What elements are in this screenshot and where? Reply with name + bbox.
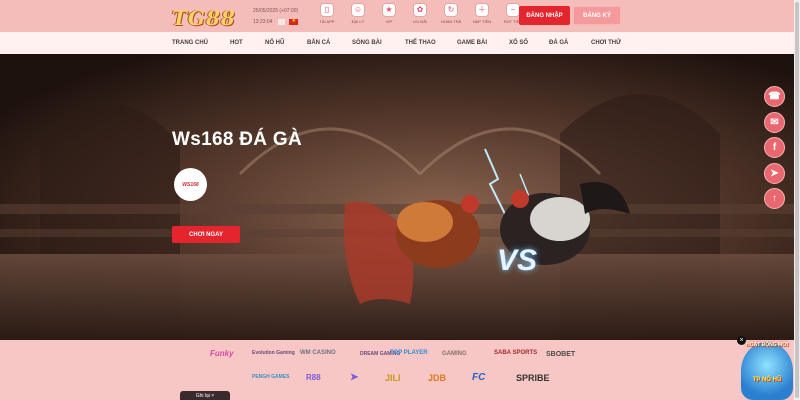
- gift-box-icon[interactable]: ✉: [764, 111, 785, 133]
- nav-item-demo[interactable]: CHƠI THỬ: [591, 40, 621, 46]
- language-flag-en-icon[interactable]: [278, 18, 286, 25]
- hero-banner: Ws168 ĐÁ GÀ WS168 CHƠI NGAY VS: [0, 54, 800, 340]
- main-nav: TRANG CHỦ HOT NỔ HŨ BẮN CÁ SÒNG BÀI THỂ …: [0, 32, 800, 54]
- top-header: TG88 25/05/2025 (+07:00) 13:23:04 ▯ TẢI A…: [0, 0, 800, 32]
- nav-item-cockfight[interactable]: ĐÁ GÀ: [549, 40, 568, 46]
- promo-mascot: [741, 342, 793, 400]
- partner-logo[interactable]: SPRIBE: [516, 373, 550, 383]
- play-now-button[interactable]: CHƠI NGAY: [172, 226, 240, 243]
- quick-nav-label: TẢI APP: [319, 19, 335, 24]
- nav-item-hot[interactable]: HOT: [230, 40, 243, 46]
- quick-nav-item-deposit[interactable]: ＋ NẠP TIỀN: [469, 3, 495, 24]
- side-float-bar: ☎ ✉ f ➤ ↑: [764, 86, 785, 214]
- partner-logo[interactable]: SBOBET: [546, 351, 575, 358]
- quick-nav-label: ƯU ĐÃI: [412, 19, 428, 24]
- agent-icon: ☺: [351, 3, 365, 17]
- ws168-logo-text: WS168: [182, 181, 199, 188]
- login-button[interactable]: ĐĂNG NHẬP: [519, 6, 570, 25]
- withdraw-icon: −: [506, 3, 520, 17]
- facebook-icon[interactable]: f: [764, 137, 785, 158]
- time-text: 13:23:04: [253, 19, 273, 25]
- datetime: 25/05/2025 (+07:00) 13:23:04: [253, 6, 299, 28]
- nav-item-casino[interactable]: SÒNG BÀI: [352, 40, 382, 46]
- quick-nav-label: NẠP TIỀN: [472, 19, 492, 24]
- partner-logo[interactable]: JILI: [385, 373, 401, 383]
- nav-item-sports[interactable]: THỂ THAO: [405, 40, 436, 46]
- partner-logos: Funky Evolution Gaming WM CASINO DREAM G…: [0, 340, 800, 400]
- record-tab[interactable]: Ghi lại ×: [180, 391, 230, 400]
- nav-item-home[interactable]: TRANG CHỦ: [172, 40, 208, 46]
- partner-logo-arrow[interactable]: ➤: [350, 372, 358, 383]
- quick-nav-item-app[interactable]: ▯ TẢI APP: [314, 3, 340, 24]
- phone-download-icon: ▯: [320, 3, 334, 17]
- nav-item-fishing[interactable]: BẮN CÁ: [307, 40, 330, 46]
- refund-icon: ↻: [444, 3, 458, 17]
- nav-item-card-games[interactable]: GAME BÀI: [457, 40, 487, 46]
- nav-item-slots[interactable]: NỔ HŨ: [265, 40, 284, 46]
- nav-item-lottery[interactable]: XỔ SỐ: [509, 40, 528, 46]
- scrollbar-thumb[interactable]: [795, 2, 799, 398]
- partner-logo[interactable]: WM CASINO: [300, 350, 336, 356]
- partner-logo[interactable]: PENGH GAMES: [252, 374, 290, 380]
- partner-logo[interactable]: SABA SPORTS: [494, 350, 537, 356]
- scroll-top-icon[interactable]: ↑: [764, 188, 785, 209]
- partner-logo[interactable]: FC: [472, 372, 485, 383]
- quick-nav-label: HOÀN TRẢ: [440, 19, 462, 24]
- hero-title: Ws168 ĐÁ GÀ: [172, 129, 303, 150]
- quick-nav: ▯ TẢI APP ☺ ĐẠI LÝ ★ VIP ✿ ƯU ĐÃI ↻ HOÀN TRẢ …: [314, 3, 531, 24]
- page-scrollbar[interactable]: [794, 0, 800, 400]
- language-flag-vn-icon[interactable]: [289, 16, 299, 27]
- register-button[interactable]: ĐĂNG KÝ: [573, 6, 621, 25]
- support-chat-icon[interactable]: ☎: [764, 86, 785, 107]
- vs-text: VS: [497, 244, 538, 277]
- vip-star-icon: ★: [382, 3, 396, 17]
- arena-background: [0, 54, 800, 340]
- telegram-icon[interactable]: ➤: [764, 162, 785, 184]
- site-logo[interactable]: TG88: [172, 6, 236, 30]
- ws168-logo: WS168: [174, 168, 207, 201]
- partner-logo[interactable]: TOP PLAYER: [390, 350, 428, 356]
- deposit-icon: ＋: [475, 3, 489, 17]
- promo-title: HOẠT ĐỘNG MỚI: [746, 342, 788, 348]
- gift-icon: ✿: [413, 3, 427, 17]
- quick-nav-item-vip[interactable]: ★ VIP: [376, 3, 402, 24]
- quick-nav-label: VIP: [385, 19, 393, 24]
- partner-logo[interactable]: Funky: [210, 349, 234, 358]
- quick-nav-item-agent[interactable]: ☺ ĐẠI LÝ: [345, 3, 371, 24]
- promo-widget[interactable]: HOẠT ĐỘNG MỚI TP NỔ HŨ ×: [737, 336, 795, 400]
- promo-subtitle: TP NỔ HŨ: [752, 377, 782, 383]
- quick-nav-label: ĐẠI LÝ: [351, 19, 365, 24]
- partner-logo[interactable]: R88: [306, 373, 321, 382]
- quick-nav-item-promo[interactable]: ✿ ƯU ĐÃI: [407, 3, 433, 24]
- partner-logo[interactable]: GAMING: [442, 351, 467, 357]
- partner-logo[interactable]: JDB: [428, 373, 446, 383]
- quick-nav-item-refund[interactable]: ↻ HOÀN TRẢ: [438, 3, 464, 24]
- close-icon[interactable]: ×: [737, 336, 746, 345]
- partner-logo[interactable]: Evolution Gaming: [252, 350, 295, 356]
